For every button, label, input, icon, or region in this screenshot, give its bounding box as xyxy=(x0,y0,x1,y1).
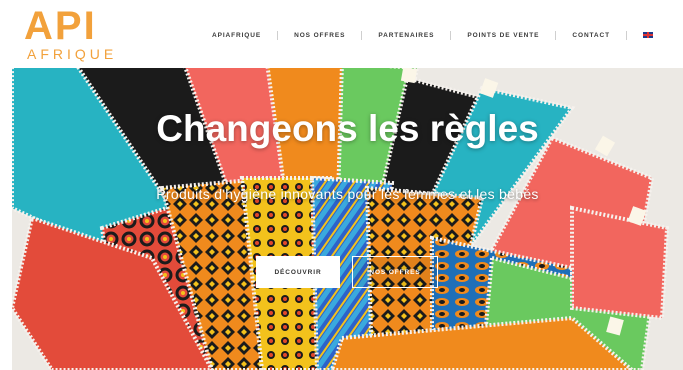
nav-divider xyxy=(450,30,452,40)
nav-item-partenaires[interactable]: PARTENAIRES xyxy=(378,32,434,39)
nav-item-contact[interactable]: CONTACT xyxy=(572,32,610,39)
nav-divider xyxy=(625,30,627,40)
nos-offres-button[interactable]: NOS OFFRES xyxy=(352,256,438,288)
uk-flag-icon[interactable] xyxy=(642,32,653,38)
api-afrique-logo[interactable]: API AFRIQUE xyxy=(24,4,134,62)
nav-item-apiafrique[interactable]: APIAFRIQUE xyxy=(212,32,261,39)
logo-main-text: API xyxy=(24,4,97,48)
hero-banner: Changeons les règles Produits d'hygiène … xyxy=(12,68,683,370)
nav-divider xyxy=(361,30,363,40)
site-header: API AFRIQUE APIAFRIQUE NOS OFFRES PARTEN… xyxy=(0,0,683,68)
logo-sub-text: AFRIQUE xyxy=(27,46,118,62)
hero-title: Changeons les règles xyxy=(156,108,539,149)
hero-button-row: DÉCOUVRIR NOS OFFRES xyxy=(256,256,438,288)
nav-item-nos-offres[interactable]: NOS OFFRES xyxy=(294,32,345,39)
nav-divider xyxy=(555,30,557,40)
nav-item-points-de-vente[interactable]: POINTS DE VENTE xyxy=(467,32,539,39)
hero-subtitle: Produits d'hygiène innovants pour les fe… xyxy=(156,186,539,202)
decouvrir-button[interactable]: DÉCOUVRIR xyxy=(256,256,340,288)
nav-divider xyxy=(277,30,279,40)
main-nav: APIAFRIQUE NOS OFFRES PARTENAIRES POINTS… xyxy=(212,28,653,42)
